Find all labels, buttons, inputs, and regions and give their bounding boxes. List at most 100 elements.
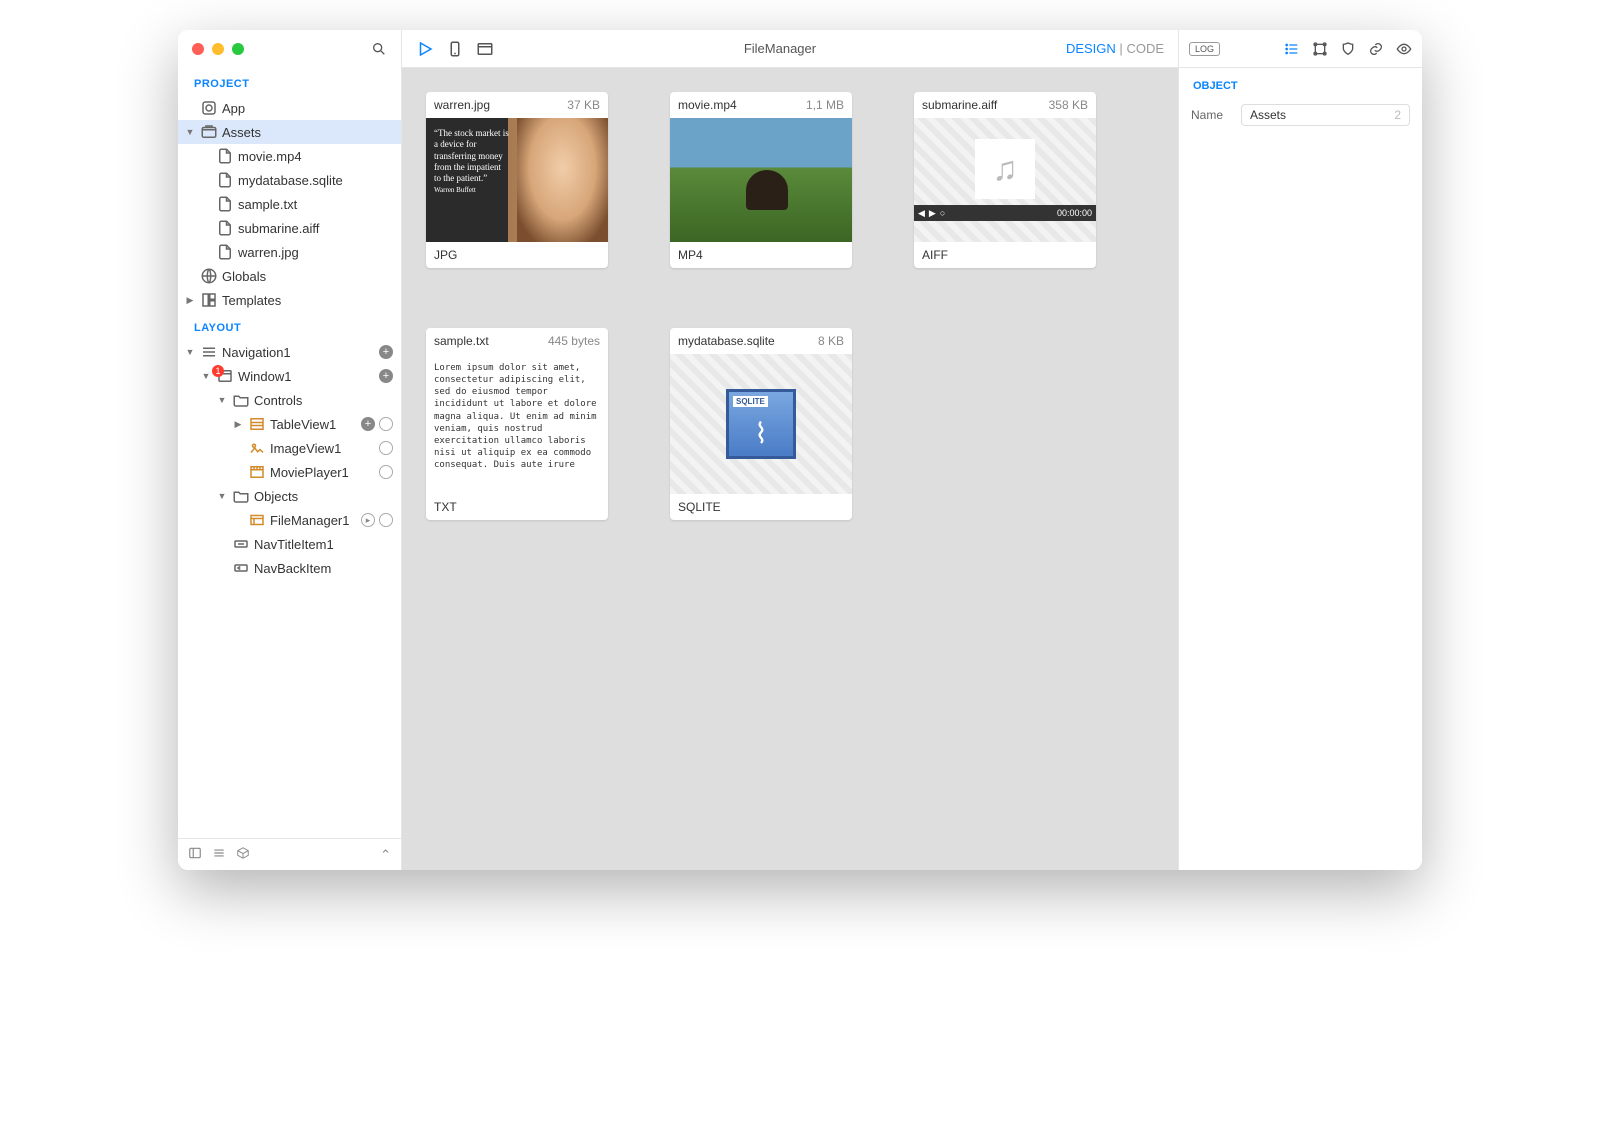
sidebar-item-label: warren.jpg xyxy=(238,245,389,260)
minimize-icon[interactable] xyxy=(212,43,224,55)
sidebar-item-label: MoviePlayer1 xyxy=(270,465,375,480)
sidebar-item-sample-txt[interactable]: sample.txt xyxy=(178,192,401,216)
sidebar-item-globals[interactable]: Globals xyxy=(178,264,401,288)
disclosure-triangle-icon[interactable]: ▼ xyxy=(200,371,212,381)
sidebar-item-movie-mp4[interactable]: movie.mp4 xyxy=(178,144,401,168)
add-icon[interactable]: + xyxy=(379,369,393,383)
file-card-aiff[interactable]: submarine.aiff358 KB♫◀▶○00:00:00AIFF xyxy=(914,92,1096,268)
file-preview: SQLITE⌇ xyxy=(670,354,852,494)
window-icon[interactable] xyxy=(476,40,494,58)
sidebar: PROJECT App▼Assetsmovie.mp4mydatabase.sq… xyxy=(178,30,402,870)
mode-code[interactable]: CODE xyxy=(1126,41,1164,56)
disclosure-triangle-icon[interactable]: ▶ xyxy=(184,295,196,306)
footer-cube-icon[interactable] xyxy=(236,846,250,863)
sidebar-item-filemanager1[interactable]: FileManager1▸ xyxy=(178,508,401,532)
sidebar-item-navigation1[interactable]: ▼Navigation1+ xyxy=(178,340,401,364)
file-name: movie.mp4 xyxy=(678,98,737,112)
footer-panel-icon[interactable] xyxy=(188,846,202,863)
file-name: warren.jpg xyxy=(434,98,490,112)
audio-time: 00:00:00 xyxy=(1057,208,1092,218)
file-size: 8 KB xyxy=(818,334,844,348)
globals-icon xyxy=(200,267,218,285)
titlebar-left xyxy=(178,30,401,68)
file-icon xyxy=(216,171,234,189)
inspector-tab-shield-icon[interactable] xyxy=(1340,41,1356,57)
sidebar-item-submarine-aiff[interactable]: submarine.aiff xyxy=(178,216,401,240)
inspector-name-label: Name xyxy=(1191,108,1233,122)
audio-play-icon[interactable]: ▶ xyxy=(929,208,936,219)
ring-icon[interactable] xyxy=(379,417,393,431)
file-preview xyxy=(670,118,852,242)
footer-chevron-up-icon[interactable]: ⌃ xyxy=(380,847,391,863)
file-name: mydatabase.sqlite xyxy=(678,334,775,348)
sidebar-item-imageview1[interactable]: ImageView1 xyxy=(178,436,401,460)
sidebar-item-navtitleitem1[interactable]: NavTitleItem1 xyxy=(178,532,401,556)
inspector-name-field[interactable]: Assets 2 xyxy=(1241,104,1410,126)
disclosure-triangle-icon[interactable]: ▼ xyxy=(184,347,196,357)
file-card-mp4[interactable]: movie.mp41,1 MBMP4 xyxy=(670,92,852,268)
log-button[interactable]: LOG xyxy=(1189,42,1220,56)
ring-icon[interactable] xyxy=(379,465,393,479)
inspector-name-value: Assets xyxy=(1250,108,1286,122)
sidebar-item-movieplayer1[interactable]: MoviePlayer1 xyxy=(178,460,401,484)
inspector-tab-eye-icon[interactable] xyxy=(1396,41,1412,57)
sidebar-item-label: Globals xyxy=(222,269,389,284)
center-toolbar: FileManager DESIGN | CODE xyxy=(402,30,1178,68)
sidebar-item-mydatabase-sqlite[interactable]: mydatabase.sqlite xyxy=(178,168,401,192)
disclosure-triangle-icon[interactable]: ▶ xyxy=(232,419,244,430)
inspector-toolbar: LOG xyxy=(1179,30,1422,68)
file-preview: ♫◀▶○00:00:00 xyxy=(914,118,1096,242)
page-title: FileManager xyxy=(506,41,1054,56)
sidebar-item-tableview1[interactable]: ▶TableView1+ xyxy=(178,412,401,436)
sidebar-item-label: Templates xyxy=(222,293,389,308)
file-icon xyxy=(216,219,234,237)
ring-icon[interactable] xyxy=(379,441,393,455)
assets-icon xyxy=(200,123,218,141)
sidebar-item-label: Controls xyxy=(254,393,389,408)
phone-icon[interactable] xyxy=(446,40,464,58)
audio-player-bar[interactable]: ◀▶○00:00:00 xyxy=(914,205,1096,221)
folder-icon xyxy=(232,391,250,409)
add-icon[interactable]: + xyxy=(379,345,393,359)
inspector-tab-link-icon[interactable] xyxy=(1368,41,1384,57)
window-icon: 1 xyxy=(216,367,234,385)
file-icon xyxy=(216,243,234,261)
footer-list-icon[interactable] xyxy=(212,846,226,863)
ring-icon[interactable] xyxy=(379,513,393,527)
music-note-icon: ♫ xyxy=(975,139,1035,199)
sidebar-item-label: NavTitleItem1 xyxy=(254,537,389,552)
folder-icon xyxy=(232,487,250,505)
disclosure-triangle-icon[interactable]: ▼ xyxy=(216,395,228,405)
sidebar-item-warren-jpg[interactable]: warren.jpg xyxy=(178,240,401,264)
inspector-tab-bounds-icon[interactable] xyxy=(1312,41,1328,57)
sidebar-item-navbackitem[interactable]: NavBackItem xyxy=(178,556,401,580)
sidebar-item-controls[interactable]: ▼ Controls xyxy=(178,388,401,412)
close-icon[interactable] xyxy=(192,43,204,55)
navtitle-icon xyxy=(232,535,250,553)
play-icon[interactable] xyxy=(416,40,434,58)
file-type-label: JPG xyxy=(426,242,608,268)
sidebar-item-objects[interactable]: ▼Objects xyxy=(178,484,401,508)
search-icon[interactable] xyxy=(371,41,387,57)
inspector-panel: LOG OBJECT Name Assets 2 xyxy=(1178,30,1422,870)
sidebar-item-app[interactable]: App xyxy=(178,96,401,120)
file-type-label: MP4 xyxy=(670,242,852,268)
mode-design[interactable]: DESIGN xyxy=(1066,41,1116,56)
add-icon[interactable]: + xyxy=(361,417,375,431)
app-body: PROJECT App▼Assetsmovie.mp4mydatabase.sq… xyxy=(178,30,1422,870)
zoom-icon[interactable] xyxy=(232,43,244,55)
audio-prev-icon[interactable]: ◀ xyxy=(918,208,925,219)
inspector-tab-list-icon[interactable] xyxy=(1284,41,1300,57)
file-card-txt[interactable]: sample.txt445 bytesLorem ipsum dolor sit… xyxy=(426,328,608,520)
sidebar-item-assets[interactable]: ▼Assets xyxy=(178,120,401,144)
sidebar-item-window1[interactable]: ▼1Window1+ xyxy=(178,364,401,388)
play-circle-icon[interactable]: ▸ xyxy=(361,513,375,527)
sidebar-item-templates[interactable]: ▶ Templates xyxy=(178,288,401,312)
file-card-jpg[interactable]: warren.jpg37 KB“The stock market is a de… xyxy=(426,92,608,268)
file-icon xyxy=(216,147,234,165)
section-header-project: PROJECT xyxy=(178,68,401,96)
disclosure-triangle-icon[interactable]: ▼ xyxy=(216,491,228,501)
movie-icon xyxy=(248,463,266,481)
mode-switch: DESIGN | CODE xyxy=(1066,41,1164,56)
file-card-sqlite[interactable]: mydatabase.sqlite8 KBSQLITE⌇SQLITE xyxy=(670,328,852,520)
